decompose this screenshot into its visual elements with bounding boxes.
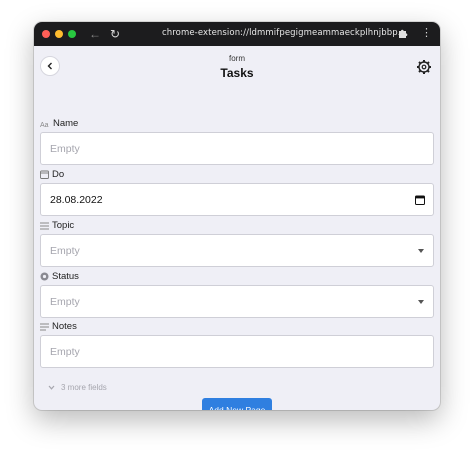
page-subtitle: form <box>229 54 245 63</box>
chevron-down-icon <box>418 249 424 253</box>
svg-text:Aa: Aa <box>40 122 49 128</box>
status-select[interactable]: Empty <box>40 285 434 318</box>
calendar-icon <box>40 170 49 179</box>
name-field-label: Aa Name <box>40 118 79 129</box>
topic-select[interactable]: Empty <box>40 234 434 267</box>
list-icon <box>40 222 49 229</box>
notes-icon <box>40 323 49 330</box>
status-icon <box>40 272 49 281</box>
maximize-window-button[interactable] <box>68 30 76 38</box>
page-title: Tasks <box>220 66 254 80</box>
notes-field-label: Notes <box>40 321 77 332</box>
status-field-label: Status <box>40 271 79 282</box>
topic-field-label: Topic <box>40 220 74 231</box>
notes-input[interactable]: Empty <box>40 335 434 368</box>
date-picker-icon[interactable] <box>415 195 425 205</box>
settings-gear-icon[interactable] <box>416 59 432 75</box>
text-icon: Aa <box>40 122 49 128</box>
do-date-input[interactable]: 28.08.2022 <box>40 183 434 216</box>
extensions-icon[interactable] <box>397 27 409 39</box>
chevron-down-icon <box>48 385 55 390</box>
reload-icon[interactable]: ↻ <box>110 28 120 40</box>
chevron-down-icon <box>418 300 424 304</box>
browser-back-icon[interactable]: ← <box>89 28 101 40</box>
browser-menu-icon[interactable]: ⋮ <box>421 27 432 39</box>
form-page: form Tasks Aa Name Empty Do 28.08.2022 T… <box>34 46 440 410</box>
do-field-label: Do <box>40 169 64 180</box>
address-bar[interactable]: chrome-extension://ldmmifpegigmeammaeckp… <box>162 28 406 38</box>
browser-titlebar: ← ↻ chrome-extension://ldmmifpegigmeamma… <box>34 22 440 46</box>
browser-window: ← ↻ chrome-extension://ldmmifpegigmeamma… <box>34 22 440 410</box>
add-new-page-button[interactable]: Add New Page <box>202 398 272 410</box>
close-window-button[interactable] <box>42 30 50 38</box>
minimize-window-button[interactable] <box>55 30 63 38</box>
name-input[interactable]: Empty <box>40 132 434 165</box>
more-fields-toggle[interactable]: 3 more fields <box>48 383 107 392</box>
